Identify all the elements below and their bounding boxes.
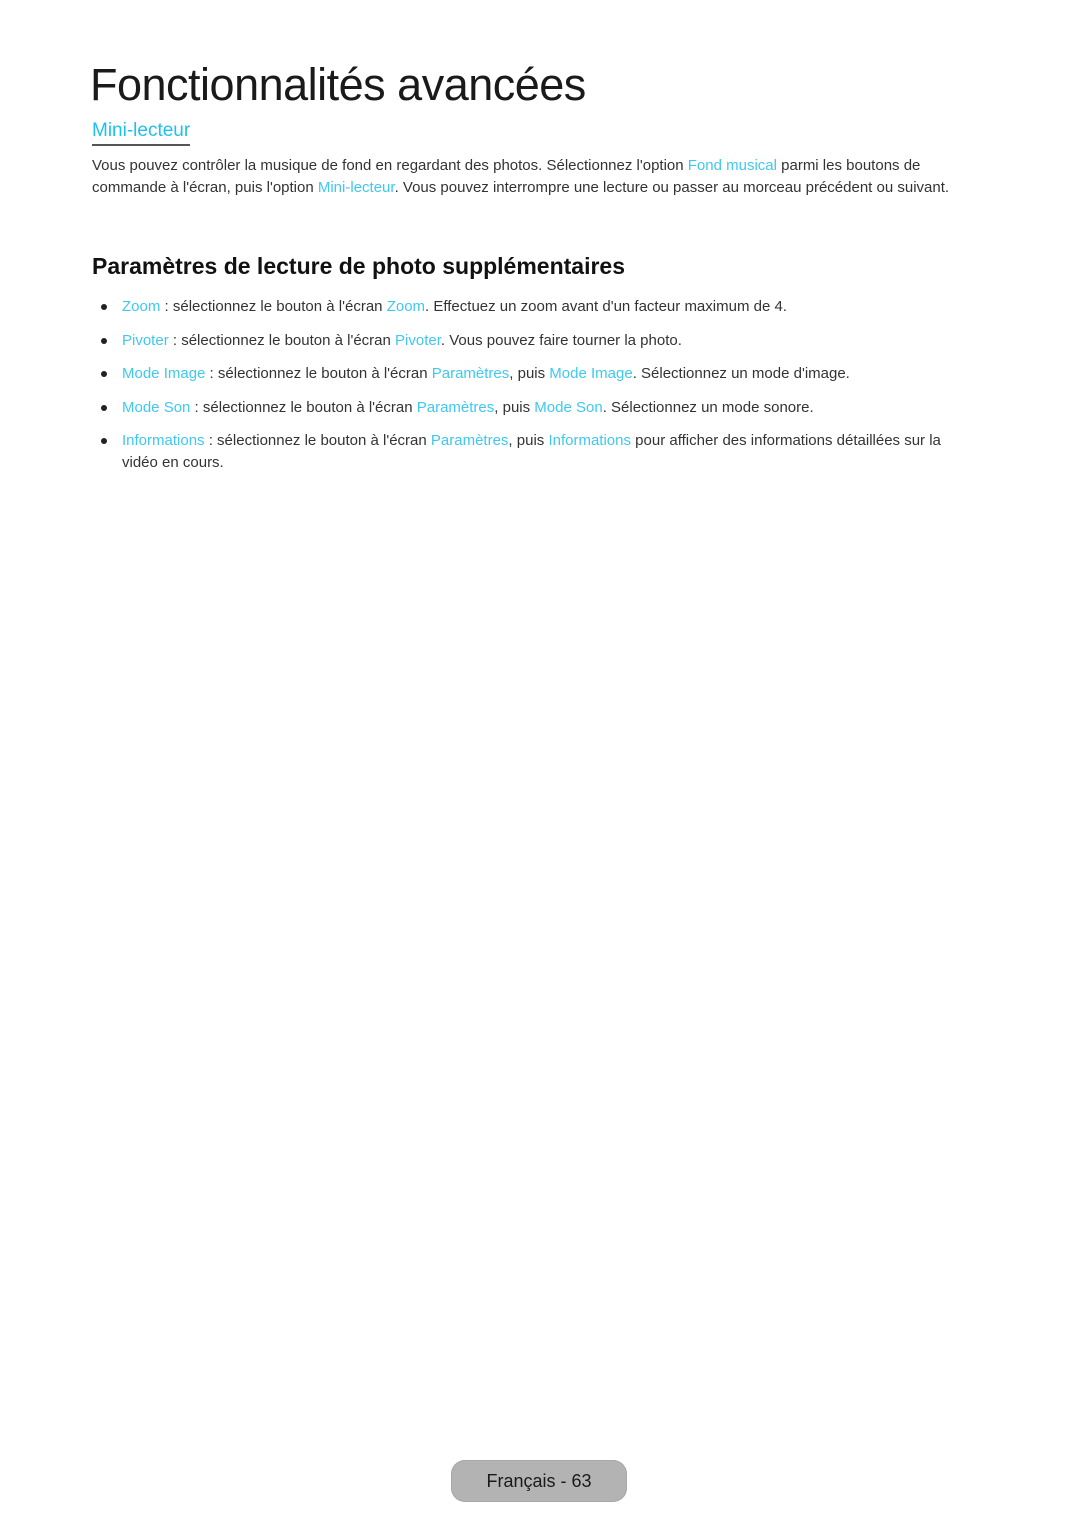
bullet-item: Mode Image : sélectionnez le bouton à l'…: [92, 363, 972, 385]
text-run: . Sélectionnez un mode sonore.: [602, 398, 814, 416]
highlighted-term: Zoom: [386, 298, 426, 315]
text-run: : sélectionnez le bouton à l'écran: [205, 365, 432, 382]
bullet-item: Pivoter : sélectionnez le bouton à l'écr…: [92, 330, 972, 352]
bullet-list: Zoom : sélectionnez le bouton à l'écran …: [92, 296, 972, 485]
text-run: . Vous pouvez faire tourner la photo.: [440, 331, 682, 349]
highlighted-term: Paramètres: [416, 398, 495, 416]
text-run: : sélectionnez le bouton à l'écran: [204, 432, 431, 449]
bullet-item: Informations : sélectionnez le bouton à …: [92, 430, 972, 473]
bullet-dot-icon: [101, 371, 107, 377]
highlighted-term: Mode Image: [122, 365, 206, 382]
page-title: Fonctionnalités avancées: [90, 59, 586, 110]
highlighted-term: Pivoter: [122, 331, 169, 349]
text-run: : sélectionnez le bouton à l'écran: [160, 298, 387, 315]
section-heading: Paramètres de lecture de photo supplémen…: [92, 253, 626, 279]
text-run: : sélectionnez le bouton à l'écran: [168, 331, 396, 349]
bullet-dot-icon: [101, 438, 107, 444]
text-run: : sélectionnez le bouton à l'écran: [190, 398, 417, 416]
highlighted-term: Informations: [122, 432, 205, 449]
highlighted-term: Paramètres: [431, 365, 510, 382]
text-run: . Vous pouvez interrompre une lecture ou…: [394, 178, 950, 196]
bullet-dot-icon: [101, 404, 107, 411]
highlighted-term: Informations: [548, 432, 631, 449]
highlighted-term: Mode Son: [122, 398, 191, 416]
text-run: , puis: [509, 365, 550, 382]
text-run: . Effectuez un zoom avant d'un facteur m…: [425, 298, 787, 315]
text-run: . Sélectionnez un mode d'image.: [632, 365, 850, 382]
text-run: , puis: [508, 432, 549, 449]
highlighted-term: Mode Son: [534, 398, 603, 416]
bullet-dot-icon: [101, 337, 107, 344]
highlighted-term: Mode Image: [549, 365, 633, 382]
text-run: Vous pouvez contrôler la musique de fond…: [92, 157, 688, 174]
highlighted-term: Zoom: [122, 298, 161, 315]
page-number-badge: Français - 63: [451, 1460, 627, 1502]
highlighted-term: Fond musical: [687, 157, 777, 174]
highlighted-term: Paramètres: [430, 432, 509, 449]
subheading-mini-lecteur: Mini-lecteur: [92, 119, 191, 146]
text-run: , puis: [494, 398, 535, 416]
highlighted-term: Pivoter: [395, 331, 441, 349]
highlighted-term: Mini-lecteur: [317, 178, 395, 196]
bullet-item: Zoom : sélectionnez le bouton à l'écran …: [92, 296, 972, 318]
bullet-item: Mode Son : sélectionnez le bouton à l'éc…: [92, 397, 972, 419]
intro-paragraph: Vous pouvez contrôler la musique de fond…: [92, 155, 992, 198]
bullet-dot-icon: [101, 304, 107, 310]
